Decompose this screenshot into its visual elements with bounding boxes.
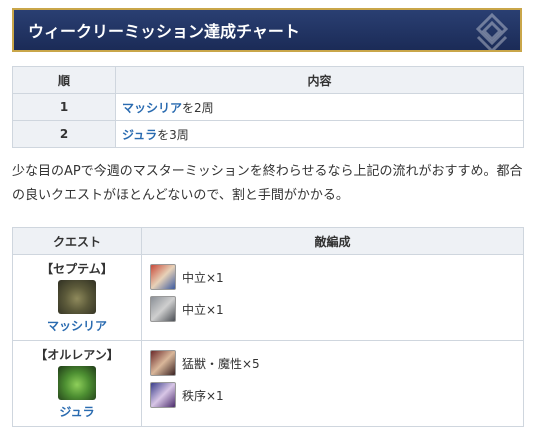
order-content: マッシリアを2周 bbox=[115, 93, 524, 121]
quest-thumbnail-icon bbox=[58, 366, 96, 400]
quest-table: クエスト 敵編成 【セプテム】 マッシリア 中立×1 中立×1 【オルレアン】 … bbox=[12, 227, 524, 427]
order-suffix: を3周 bbox=[157, 127, 189, 142]
enemy-entry: 猛獣・魔性×5 bbox=[150, 349, 523, 377]
enemy-entry: 中立×1 bbox=[150, 295, 523, 323]
quest-thumbnail-icon bbox=[58, 280, 96, 314]
table-row: 【オルレアン】 ジュラ 猛獣・魔性×5 秩序×1 bbox=[12, 340, 524, 427]
section-title-bar: ウィークリーミッション達成チャート bbox=[12, 8, 522, 52]
table-header-row: 順 内容 bbox=[12, 66, 524, 94]
section-title: ウィークリーミッション達成チャート bbox=[28, 22, 300, 41]
table-row: 【セプテム】 マッシリア 中立×1 中立×1 bbox=[12, 254, 524, 341]
table-row: 1 マッシリアを2周 bbox=[12, 93, 524, 121]
enemy-cell: 中立×1 中立×1 bbox=[141, 254, 524, 341]
enemy-label: 中立×1 bbox=[182, 302, 224, 317]
order-table: 順 内容 1 マッシリアを2周 2 ジュラを3周 bbox=[12, 66, 524, 148]
enemy-entry: 秩序×1 bbox=[150, 381, 523, 409]
quest-link-massilia[interactable]: マッシリア bbox=[13, 318, 141, 334]
servant-portrait-icon[interactable] bbox=[150, 382, 176, 408]
quest-link-jura[interactable]: ジュラ bbox=[13, 404, 141, 420]
order-content: ジュラを3周 bbox=[115, 120, 524, 148]
enemy-label: 中立×1 bbox=[182, 270, 224, 285]
column-header-enemies: 敵編成 bbox=[141, 227, 524, 255]
quest-cell: 【オルレアン】 ジュラ bbox=[12, 340, 142, 427]
order-number: 1 bbox=[12, 93, 116, 121]
enemy-entry: 中立×1 bbox=[150, 263, 523, 291]
quest-link-massilia[interactable]: マッシリア bbox=[122, 101, 182, 115]
enemy-label: 秩序×1 bbox=[182, 388, 224, 403]
quest-link-jura[interactable]: ジュラ bbox=[122, 128, 157, 142]
order-suffix: を2周 bbox=[182, 100, 214, 115]
quest-region: 【セプテム】 bbox=[41, 262, 113, 276]
column-header-quest: クエスト bbox=[12, 227, 142, 255]
servant-portrait-icon[interactable] bbox=[150, 296, 176, 322]
enemy-cell: 猛獣・魔性×5 秩序×1 bbox=[141, 340, 524, 427]
table-row: 2 ジュラを3周 bbox=[12, 120, 524, 148]
quest-region: 【オルレアン】 bbox=[35, 348, 119, 362]
recommendation-paragraph: 少な目のAPで今週のマスターミッションを終わらせるなら上記の流れがおすすめ。都合… bbox=[12, 164, 523, 203]
column-header-order: 順 bbox=[12, 66, 116, 94]
table-header-row: クエスト 敵編成 bbox=[12, 227, 524, 255]
column-header-content: 内容 bbox=[115, 66, 524, 94]
servant-portrait-icon[interactable] bbox=[150, 264, 176, 290]
enemy-label: 猛獣・魔性×5 bbox=[182, 356, 260, 371]
quest-cell: 【セプテム】 マッシリア bbox=[12, 254, 142, 341]
order-number: 2 bbox=[12, 120, 116, 148]
enemy-portrait-icon[interactable] bbox=[150, 350, 176, 376]
diamond-emblem-icon bbox=[475, 12, 509, 50]
